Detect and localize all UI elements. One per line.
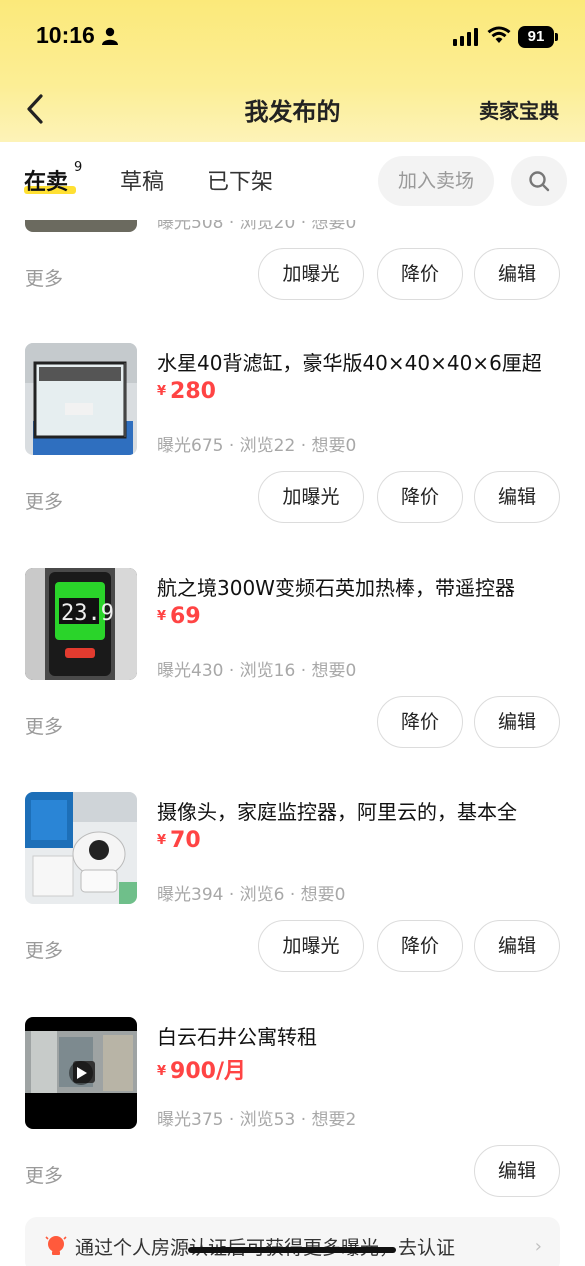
search-button[interactable] — [511, 156, 567, 206]
item-stats: 曝光394 · 浏览6 · 想要0 — [157, 885, 346, 905]
battery-tip — [555, 33, 558, 41]
tab-on-sale-label: 在卖 — [24, 170, 69, 195]
seller-guide-link[interactable]: 卖家宝典 — [479, 95, 559, 124]
price-value: 69 — [170, 604, 201, 629]
join-market-button[interactable]: 加入卖场 — [378, 156, 494, 206]
heater-image: 23.9 — [25, 568, 137, 680]
edit-button[interactable]: 编辑 — [474, 696, 560, 748]
item-thumbnail[interactable] — [25, 1017, 137, 1129]
status-bar: 10:16 91 — [0, 0, 585, 70]
tab-offline[interactable]: 已下架 — [207, 164, 273, 196]
price-value: 900/月 — [170, 1059, 247, 1084]
wifi-icon — [487, 26, 511, 43]
home-indicator — [188, 1247, 396, 1253]
status-time: 10:16 — [36, 22, 95, 48]
item-thumbnail[interactable] — [25, 792, 137, 904]
person-icon — [102, 27, 118, 45]
item-title[interactable]: 水星40背滤缸，豪华版40×40×40×6厘超 — [157, 347, 567, 376]
more-button[interactable]: 更多 — [25, 936, 63, 963]
svg-text:23.9: 23.9 — [61, 601, 114, 626]
item-title[interactable]: 摄像头，家庭监控器，阿里云的，基本全 — [157, 796, 567, 825]
item-price: ¥70 — [157, 828, 201, 853]
currency-symbol: ¥ — [157, 384, 167, 399]
price-value: 70 — [170, 828, 201, 853]
item-stats: 曝光675 · 浏览22 · 想要0 — [157, 436, 357, 456]
listing-list[interactable]: 曝光508 · 浏览20 · 想要0 更多 加曝光 降价 编辑 水星40背滤缸，… — [0, 220, 585, 1266]
item-thumbnail[interactable] — [25, 220, 137, 232]
search-icon — [529, 171, 550, 192]
boost-exposure-button[interactable]: 加曝光 — [258, 471, 364, 523]
more-button[interactable]: 更多 — [25, 487, 63, 514]
more-button[interactable]: 更多 — [25, 712, 63, 739]
chevron-right-icon: › — [534, 1236, 542, 1257]
item-price: ¥900/月 — [157, 1053, 246, 1085]
reduce-price-button[interactable]: 降价 — [377, 696, 463, 748]
apartment-video-image — [25, 1017, 137, 1129]
item-price: ¥69 — [157, 604, 201, 629]
fish-tank-image — [25, 343, 137, 455]
more-button[interactable]: 更多 — [25, 264, 63, 291]
nav-bar: 我发布的 卖家宝典 — [0, 80, 585, 136]
battery-indicator: 91 — [518, 26, 554, 48]
edit-button[interactable]: 编辑 — [474, 471, 560, 523]
item-title[interactable]: 航之境300W变频石英加热棒，带遥控器 — [157, 572, 567, 601]
currency-symbol: ¥ — [157, 1064, 167, 1079]
price-value: 280 — [170, 379, 216, 404]
tab-on-sale-count: 9 — [74, 160, 83, 175]
reduce-price-button[interactable]: 降价 — [377, 248, 463, 300]
item-stats: 曝光375 · 浏览53 · 想要2 — [157, 1110, 357, 1130]
more-button[interactable]: 更多 — [25, 1161, 63, 1188]
tab-bar: 在卖 9 草稿 已下架 加入卖场 — [0, 142, 585, 220]
reduce-price-button[interactable]: 降价 — [377, 920, 463, 972]
item-stats: 曝光508 · 浏览20 · 想要0 — [157, 220, 357, 233]
item-price: ¥280 — [157, 379, 216, 404]
currency-symbol: ¥ — [157, 609, 167, 624]
item-title[interactable]: 白云石井公寓转租 — [157, 1021, 567, 1050]
cellular-signal-icon — [453, 28, 478, 46]
edit-button[interactable]: 编辑 — [474, 1145, 560, 1197]
currency-symbol: ¥ — [157, 833, 167, 848]
edit-button[interactable]: 编辑 — [474, 920, 560, 972]
item-thumbnail[interactable]: 23.9 — [25, 568, 137, 680]
camera-image — [25, 792, 137, 904]
lightbulb-icon — [45, 1236, 67, 1255]
reduce-price-button[interactable]: 降价 — [377, 471, 463, 523]
boost-exposure-button[interactable]: 加曝光 — [258, 920, 364, 972]
item-thumbnail[interactable] — [25, 343, 137, 455]
item-stats: 曝光430 · 浏览16 · 想要0 — [157, 661, 357, 681]
verification-banner[interactable]: 通过个人房源认证后可获得更多曝光，去认证 › — [25, 1217, 560, 1266]
edit-button[interactable]: 编辑 — [474, 248, 560, 300]
tab-on-sale[interactable]: 在卖 9 — [24, 160, 82, 196]
tab-drafts[interactable]: 草稿 — [120, 164, 164, 196]
boost-exposure-button[interactable]: 加曝光 — [258, 248, 364, 300]
